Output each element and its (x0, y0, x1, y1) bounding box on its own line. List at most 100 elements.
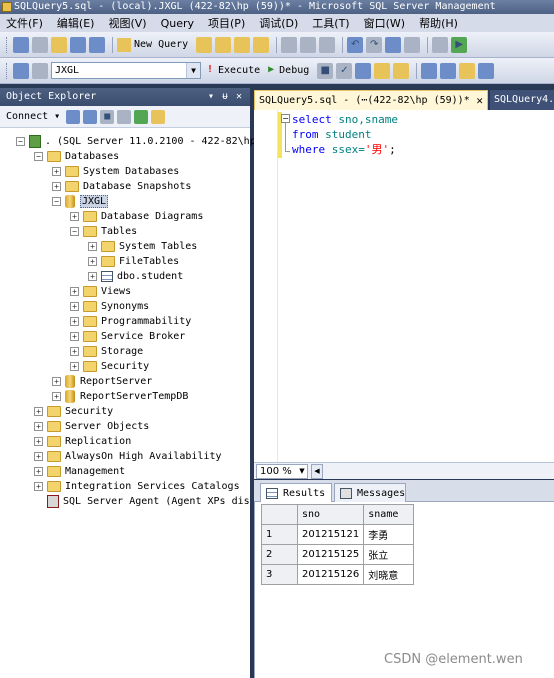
tree-node-system-tables[interactable]: + System Tables (88, 239, 197, 254)
tree-node-dbo-student[interactable]: + dbo.student (88, 269, 183, 284)
refresh-icon[interactable] (134, 109, 149, 124)
column-header-sname[interactable]: sname (363, 504, 415, 525)
filter-icon[interactable] (117, 109, 132, 124)
zoom-select[interactable]: 100 % ▼ (256, 463, 308, 479)
tab-sqlquery4[interactable]: SQLQuery4.s (490, 90, 554, 110)
save-icon[interactable] (70, 36, 86, 53)
new-query-button[interactable]: New Query (117, 37, 188, 52)
expand-icon[interactable]: + (70, 332, 79, 341)
cell-sno[interactable]: 201215121 (296, 524, 365, 545)
tree-node-storage[interactable]: + Storage (70, 344, 143, 359)
cell-sname[interactable]: 张立 (363, 544, 415, 565)
expand-icon[interactable]: + (52, 377, 61, 386)
expand-icon[interactable]: + (34, 422, 43, 431)
database-engine-query-icon[interactable] (196, 36, 213, 53)
row-number[interactable]: 1 (261, 524, 298, 545)
expand-icon[interactable]: + (34, 407, 43, 416)
menu-debug[interactable]: 调试(D) (259, 15, 298, 31)
undo-icon[interactable]: ↶ (347, 36, 364, 53)
sql-code[interactable]: select sno,sname from student where ssex… (292, 112, 398, 157)
expand-icon[interactable]: + (70, 362, 79, 371)
tree-node-integration-services[interactable]: + Integration Services Catalogs (34, 479, 240, 494)
menu-file[interactable]: 文件(F) (6, 15, 43, 31)
column-header-sno[interactable]: sno (296, 504, 365, 525)
tree-node-reportservertempdb[interactable]: + ReportServerTempDB (52, 389, 188, 404)
tree-node-server[interactable]: − . (SQL Server 11.0.2100 - 422-82\hp (16, 134, 256, 149)
pin-icon[interactable]: ᵾ (222, 88, 228, 106)
dropdown-arrow-icon[interactable]: ▾ (208, 88, 214, 106)
save-all-icon[interactable] (89, 36, 105, 53)
tree-node-database-diagrams[interactable]: + Database Diagrams (70, 209, 203, 224)
expand-icon[interactable]: + (70, 317, 79, 326)
menu-project[interactable]: 项目(P) (208, 15, 245, 31)
tree-node-service-broker[interactable]: + Service Broker (70, 329, 185, 344)
expand-icon[interactable]: + (70, 302, 79, 311)
collapse-icon[interactable]: − (16, 137, 25, 146)
outline-collapse-icon[interactable]: − (281, 114, 290, 123)
expand-icon[interactable]: + (34, 482, 43, 491)
chevron-down-icon[interactable]: ▼ (186, 63, 200, 78)
xmla-query-icon[interactable] (253, 36, 270, 53)
copy-icon[interactable] (300, 36, 317, 53)
cell-sname[interactable]: 李勇 (363, 524, 415, 545)
cancel-query-icon[interactable]: ■ (317, 62, 334, 79)
tab-sqlquery5[interactable]: SQLQuery5.sql - (⋯(422-82\hp (59))* ✕ (254, 90, 488, 110)
row-number[interactable]: 3 (261, 564, 298, 585)
tree-node-management[interactable]: + Management (34, 464, 125, 479)
close-icon[interactable]: ✕ (236, 88, 242, 106)
comment-icon[interactable] (478, 62, 495, 79)
tree-node-database-snapshots[interactable]: + Database Snapshots (52, 179, 191, 194)
intellisense-icon[interactable] (393, 62, 410, 79)
connect-dropdown[interactable]: Connect ▾ (6, 111, 60, 122)
connect-object-explorer-icon[interactable] (66, 109, 81, 124)
change-connection-icon[interactable] (32, 62, 48, 79)
results-to-file-icon[interactable] (459, 62, 476, 79)
toolbar-grip[interactable] (6, 62, 9, 79)
cell-sno[interactable]: 201215126 (296, 564, 365, 585)
tree-node-views[interactable]: + Views (70, 284, 131, 299)
navigate-icon[interactable] (385, 36, 402, 53)
row-number[interactable]: 2 (261, 544, 298, 565)
stop-icon[interactable]: ■ (100, 109, 115, 124)
collapse-icon[interactable]: − (52, 197, 61, 206)
query-editor[interactable]: − select sno,sname from student where ss… (254, 110, 554, 462)
tree-node-jxgl[interactable]: − JXGL (52, 194, 109, 209)
tree-node-security-db[interactable]: + Security (70, 359, 149, 374)
cut-icon[interactable] (281, 36, 298, 53)
debug-button[interactable]: ▶ Debug (268, 64, 309, 78)
collapse-icon[interactable]: − (34, 152, 43, 161)
chevron-down-icon[interactable]: ▼ (297, 465, 307, 478)
tree-node-tables[interactable]: − Tables (70, 224, 137, 239)
expand-icon[interactable]: + (70, 212, 79, 221)
add-item-icon[interactable] (32, 36, 48, 53)
results-grid[interactable]: sno sname 1 201215121 李勇 2 201215125 张立 … (261, 504, 415, 585)
tree-node-alwayson[interactable]: + AlwaysOn High Availability (34, 449, 222, 464)
available-databases-select[interactable]: JXGL ▼ (51, 62, 201, 79)
execute-button[interactable]: ! Execute (207, 64, 260, 78)
analysis-query-icon[interactable] (215, 36, 232, 53)
open-file-icon[interactable] (51, 36, 67, 53)
disconnect-icon[interactable] (83, 109, 98, 124)
tree-node-server-objects[interactable]: + Server Objects (34, 419, 149, 434)
menu-query[interactable]: Query (161, 17, 194, 30)
scroll-left-icon[interactable]: ◀ (311, 463, 323, 479)
new-project-icon[interactable] (13, 36, 29, 53)
expand-icon[interactable]: + (34, 437, 43, 446)
expand-icon[interactable]: + (34, 467, 43, 476)
expand-icon[interactable]: + (70, 287, 79, 296)
estimated-plan-icon[interactable] (355, 62, 372, 79)
expand-icon[interactable]: + (70, 347, 79, 356)
menu-window[interactable]: 窗口(W) (364, 15, 405, 31)
mdx-query-icon[interactable] (234, 36, 251, 53)
cell-sname[interactable]: 刘晓意 (363, 564, 415, 585)
start-icon[interactable]: ▶ (451, 36, 468, 53)
toolbar-grip[interactable] (6, 36, 9, 53)
tree-node-synonyms[interactable]: + Synonyms (70, 299, 149, 314)
close-tab-icon[interactable]: ✕ (476, 91, 483, 110)
results-to-grid-icon[interactable] (440, 62, 457, 79)
menu-edit[interactable]: 编辑(E) (57, 15, 95, 31)
redo-icon[interactable]: ↷ (366, 36, 383, 53)
menu-view[interactable]: 视图(V) (108, 15, 146, 31)
grid-corner[interactable] (261, 504, 298, 525)
collapse-icon[interactable]: − (70, 227, 79, 236)
